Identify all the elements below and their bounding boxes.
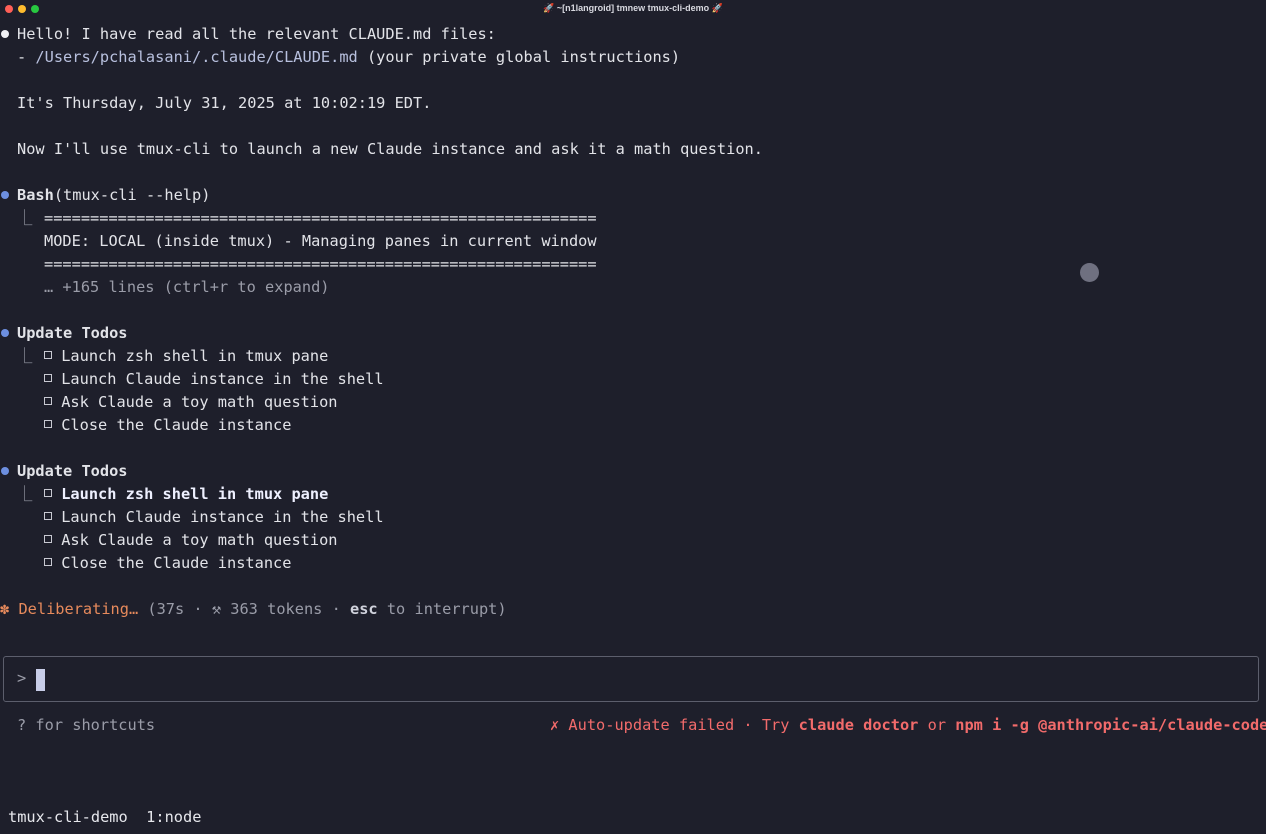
todo-item: Close the Claude instance [44,552,291,575]
todo-item: Ask Claude a toy math question [44,529,338,552]
mouse-pointer-indicator [1080,263,1099,282]
npm-command: npm i -g @anthropic-ai/claude-code [955,716,1266,734]
bash-output-rule: ========================================… [44,255,597,273]
checkbox-icon [44,420,52,428]
date-text: It's Thursday, July 31, 2025 at 10:02:19… [17,94,432,112]
shortcuts-hint[interactable]: ? for shortcuts [17,714,155,737]
tool-bullet [0,184,10,207]
prompt-symbol: > [17,669,27,687]
checkbox-icon [44,489,52,497]
file-path: /Users/pchalasani/.claude/CLAUDE.md [35,48,358,66]
greeting-text: Hello! I have read all the relevant CLAU… [17,25,496,43]
window-title: 🚀 ~[n1langroid] tmnew tmux-cli-demo 🚀 [543,3,723,13]
file-line: - /Users/pchalasani/.claude/CLAUDE.md (y… [17,48,681,66]
checkbox-icon [44,558,52,566]
bash-tool-name: Bash [17,186,54,204]
tmux-session: tmux-cli-demo [8,808,128,826]
window-titlebar: 🚀 ~[n1langroid] tmnew tmux-cli-demo 🚀 [0,0,1266,18]
checkbox-icon [44,397,52,405]
todos-title: Update Todos [17,462,128,480]
status-state: Deliberating… [18,600,139,618]
bash-output-rule: ========================================… [44,209,597,227]
bash-args: (tmux-cli --help) [53,186,211,204]
tool-bullet [0,322,10,345]
todo-item: Ask Claude a toy math question [44,391,338,414]
expand-hint[interactable]: … +165 lines (ctrl+r to expand) [44,276,330,299]
checkbox-icon [44,351,52,359]
bash-call: Bash(tmux-cli --help) [17,184,210,207]
todo-item: Launch Claude instance in the shell [44,506,384,529]
checkbox-icon [44,512,52,520]
plan-text: Now I'll use tmux-cli to launch a new Cl… [17,140,763,158]
thinking-status: ✽ Deliberating… (37s · ⚒ 363 tokens · es… [0,600,507,618]
todo-item-active: Launch zsh shell in tmux pane [44,483,328,506]
message-bullet [0,23,10,46]
todo-item: Launch Claude instance in the shell [44,368,384,391]
todo-item: Close the Claude instance [44,414,291,437]
output-corner-icon: ⎿ [17,209,33,227]
doctor-command: claude doctor [798,716,919,734]
tool-bullet [0,460,10,483]
output-corner-icon: ⎿ [17,347,33,365]
todos-title: Update Todos [17,324,128,342]
output-corner-icon: ⎿ [17,485,33,503]
checkbox-icon [44,374,52,382]
text-cursor [36,669,45,691]
spinner-icon: ✽ [0,600,10,618]
checkbox-icon [44,535,52,543]
bash-output-mode: MODE: LOCAL (inside tmux) - Managing pan… [44,232,597,250]
tmux-window[interactable]: 1:node [146,808,201,826]
todo-item: Launch zsh shell in tmux pane [44,345,328,368]
tmux-status-bar: tmux-cli-demo 1:node [8,806,201,829]
auto-update-warning: ✗ Auto-update failed · Try claude doctor… [550,714,1266,737]
prompt-input[interactable]: > [3,656,1259,702]
